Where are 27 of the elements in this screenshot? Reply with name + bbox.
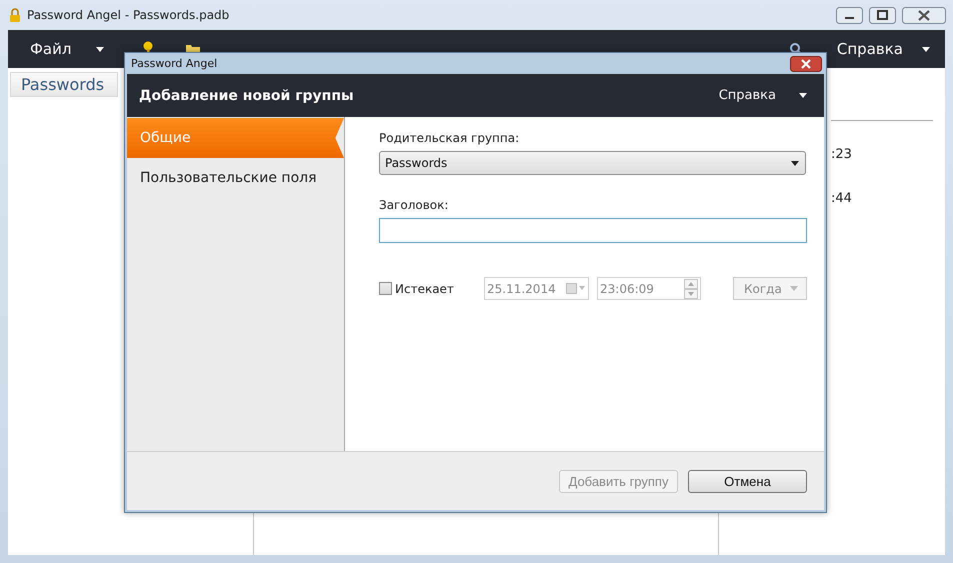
caret-icon <box>95 46 106 52</box>
nav-item[interactable]: Пользовательские поля <box>127 158 344 198</box>
caret-icon <box>798 92 808 99</box>
caret-icon <box>921 46 931 52</box>
field-label: Заголовок: <box>379 198 448 212</box>
entry-time: :44 <box>831 191 853 208</box>
entry-time: :23 <box>831 147 853 164</box>
lock-icon <box>9 8 21 22</box>
maximize-button[interactable] <box>869 6 896 24</box>
title-field[interactable] <box>379 218 807 243</box>
close-button[interactable] <box>902 6 946 24</box>
menu-item[interactable]: Файл <box>24 40 112 58</box>
caret-icon <box>790 286 798 291</box>
help-menu[interactable]: Справка <box>712 87 814 104</box>
checkbox-label: Истекает <box>395 282 454 296</box>
close-button[interactable] <box>790 56 822 72</box>
dialog-button[interactable]: Отмена <box>688 470 807 492</box>
minimize-button[interactable] <box>836 6 863 24</box>
calendar-icon <box>566 283 586 294</box>
dialog-heading: Добавление новой группы <box>139 88 354 104</box>
window-title: Password Angel - Passwords.padb <box>27 8 230 22</box>
dialog-title: Password Angel <box>131 57 218 70</box>
parent-group-dropdown[interactable]: Passwords <box>379 151 806 175</box>
help-menu[interactable]: Справка <box>830 40 937 58</box>
tab[interactable]: Passwords <box>10 72 118 97</box>
field-label: Родительская группа: <box>379 131 520 145</box>
caret-icon <box>790 160 800 166</box>
